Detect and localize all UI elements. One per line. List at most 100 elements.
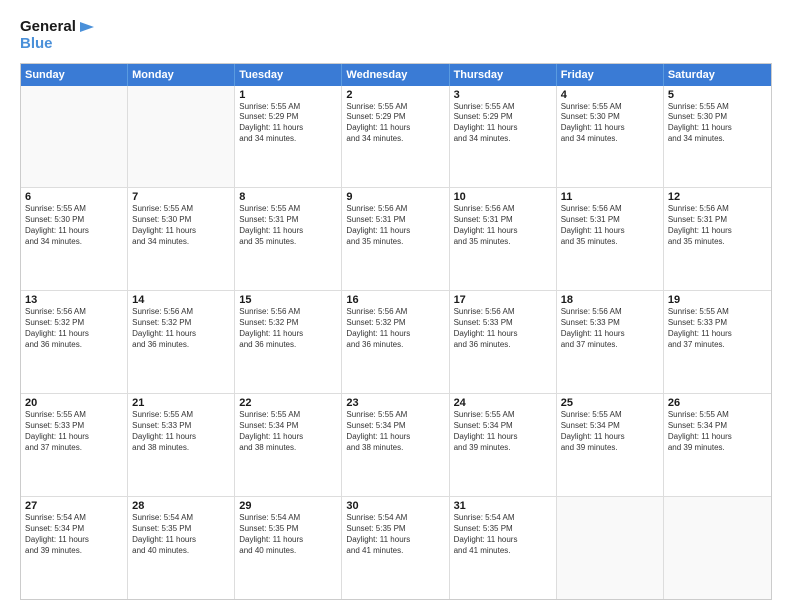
header: General Blue [20, 18, 772, 53]
day-number: 28 [132, 500, 230, 512]
cal-cell: 31 Sunrise: 5:54 AMSunset: 5:35 PMDaylig… [450, 497, 557, 599]
cell-info: Sunrise: 5:55 AMSunset: 5:33 PMDaylight:… [132, 410, 230, 453]
col-tuesday: Tuesday [235, 64, 342, 86]
cal-cell: 21 Sunrise: 5:55 AMSunset: 5:33 PMDaylig… [128, 394, 235, 496]
day-number: 15 [239, 294, 337, 306]
day-number: 22 [239, 397, 337, 409]
cal-cell: 3 Sunrise: 5:55 AMSunset: 5:29 PMDayligh… [450, 86, 557, 188]
cal-cell: 15 Sunrise: 5:56 AMSunset: 5:32 PMDaylig… [235, 291, 342, 393]
cal-row-2: 13 Sunrise: 5:56 AMSunset: 5:32 PMDaylig… [21, 291, 771, 394]
cal-cell: 23 Sunrise: 5:55 AMSunset: 5:34 PMDaylig… [342, 394, 449, 496]
cal-cell: 30 Sunrise: 5:54 AMSunset: 5:35 PMDaylig… [342, 497, 449, 599]
day-number: 14 [132, 294, 230, 306]
cal-cell: 2 Sunrise: 5:55 AMSunset: 5:29 PMDayligh… [342, 86, 449, 188]
cell-info: Sunrise: 5:55 AMSunset: 5:34 PMDaylight:… [668, 410, 767, 453]
cell-info: Sunrise: 5:56 AMSunset: 5:32 PMDaylight:… [239, 307, 337, 350]
day-number: 19 [668, 294, 767, 306]
cell-info: Sunrise: 5:55 AMSunset: 5:34 PMDaylight:… [454, 410, 552, 453]
cell-info: Sunrise: 5:56 AMSunset: 5:31 PMDaylight:… [668, 204, 767, 247]
cal-cell: 10 Sunrise: 5:56 AMSunset: 5:31 PMDaylig… [450, 188, 557, 290]
col-sunday: Sunday [21, 64, 128, 86]
cal-cell: 16 Sunrise: 5:56 AMSunset: 5:32 PMDaylig… [342, 291, 449, 393]
day-number: 30 [346, 500, 444, 512]
day-number: 17 [454, 294, 552, 306]
cal-cell [128, 86, 235, 188]
cell-info: Sunrise: 5:55 AMSunset: 5:34 PMDaylight:… [561, 410, 659, 453]
cell-info: Sunrise: 5:54 AMSunset: 5:34 PMDaylight:… [25, 513, 123, 556]
cell-info: Sunrise: 5:56 AMSunset: 5:32 PMDaylight:… [132, 307, 230, 350]
logo-arrow-icon [78, 20, 96, 34]
cal-cell: 12 Sunrise: 5:56 AMSunset: 5:31 PMDaylig… [664, 188, 771, 290]
cal-cell: 19 Sunrise: 5:55 AMSunset: 5:33 PMDaylig… [664, 291, 771, 393]
cell-info: Sunrise: 5:55 AMSunset: 5:34 PMDaylight:… [346, 410, 444, 453]
logo-general: General [20, 18, 76, 35]
day-number: 25 [561, 397, 659, 409]
cell-info: Sunrise: 5:54 AMSunset: 5:35 PMDaylight:… [239, 513, 337, 556]
day-number: 3 [454, 89, 552, 101]
cell-info: Sunrise: 5:55 AMSunset: 5:31 PMDaylight:… [239, 204, 337, 247]
cell-info: Sunrise: 5:56 AMSunset: 5:31 PMDaylight:… [346, 204, 444, 247]
cal-cell: 7 Sunrise: 5:55 AMSunset: 5:30 PMDayligh… [128, 188, 235, 290]
cell-info: Sunrise: 5:55 AMSunset: 5:33 PMDaylight:… [668, 307, 767, 350]
day-number: 18 [561, 294, 659, 306]
cal-cell [557, 497, 664, 599]
col-wednesday: Wednesday [342, 64, 449, 86]
cell-info: Sunrise: 5:55 AMSunset: 5:33 PMDaylight:… [25, 410, 123, 453]
cell-info: Sunrise: 5:55 AMSunset: 5:30 PMDaylight:… [132, 204, 230, 247]
cal-cell [21, 86, 128, 188]
calendar: Sunday Monday Tuesday Wednesday Thursday… [20, 63, 772, 601]
cell-info: Sunrise: 5:56 AMSunset: 5:31 PMDaylight:… [454, 204, 552, 247]
cal-cell: 26 Sunrise: 5:55 AMSunset: 5:34 PMDaylig… [664, 394, 771, 496]
cal-cell: 11 Sunrise: 5:56 AMSunset: 5:31 PMDaylig… [557, 188, 664, 290]
day-number: 23 [346, 397, 444, 409]
cell-info: Sunrise: 5:56 AMSunset: 5:33 PMDaylight:… [454, 307, 552, 350]
cal-cell [664, 497, 771, 599]
cal-cell: 9 Sunrise: 5:56 AMSunset: 5:31 PMDayligh… [342, 188, 449, 290]
day-number: 12 [668, 191, 767, 203]
cell-info: Sunrise: 5:55 AMSunset: 5:29 PMDaylight:… [454, 102, 552, 145]
cell-info: Sunrise: 5:56 AMSunset: 5:32 PMDaylight:… [25, 307, 123, 350]
day-number: 5 [668, 89, 767, 101]
day-number: 20 [25, 397, 123, 409]
cal-row-0: 1 Sunrise: 5:55 AMSunset: 5:29 PMDayligh… [21, 86, 771, 189]
cal-cell: 17 Sunrise: 5:56 AMSunset: 5:33 PMDaylig… [450, 291, 557, 393]
cal-cell: 22 Sunrise: 5:55 AMSunset: 5:34 PMDaylig… [235, 394, 342, 496]
cal-row-1: 6 Sunrise: 5:55 AMSunset: 5:30 PMDayligh… [21, 188, 771, 291]
cal-cell: 13 Sunrise: 5:56 AMSunset: 5:32 PMDaylig… [21, 291, 128, 393]
cal-cell: 8 Sunrise: 5:55 AMSunset: 5:31 PMDayligh… [235, 188, 342, 290]
cal-cell: 24 Sunrise: 5:55 AMSunset: 5:34 PMDaylig… [450, 394, 557, 496]
day-number: 24 [454, 397, 552, 409]
cal-cell: 25 Sunrise: 5:55 AMSunset: 5:34 PMDaylig… [557, 394, 664, 496]
cell-info: Sunrise: 5:56 AMSunset: 5:32 PMDaylight:… [346, 307, 444, 350]
cell-info: Sunrise: 5:55 AMSunset: 5:30 PMDaylight:… [668, 102, 767, 145]
col-thursday: Thursday [450, 64, 557, 86]
day-number: 26 [668, 397, 767, 409]
day-number: 7 [132, 191, 230, 203]
day-number: 21 [132, 397, 230, 409]
day-number: 8 [239, 191, 337, 203]
day-number: 31 [454, 500, 552, 512]
day-number: 11 [561, 191, 659, 203]
calendar-body: 1 Sunrise: 5:55 AMSunset: 5:29 PMDayligh… [21, 86, 771, 600]
cal-cell: 1 Sunrise: 5:55 AMSunset: 5:29 PMDayligh… [235, 86, 342, 188]
day-number: 13 [25, 294, 123, 306]
page: General Blue Sunday Monday Tuesday Wedne… [0, 0, 792, 612]
cal-cell: 14 Sunrise: 5:56 AMSunset: 5:32 PMDaylig… [128, 291, 235, 393]
cal-cell: 28 Sunrise: 5:54 AMSunset: 5:35 PMDaylig… [128, 497, 235, 599]
cal-cell: 20 Sunrise: 5:55 AMSunset: 5:33 PMDaylig… [21, 394, 128, 496]
day-number: 4 [561, 89, 659, 101]
cell-info: Sunrise: 5:55 AMSunset: 5:30 PMDaylight:… [561, 102, 659, 145]
col-monday: Monday [128, 64, 235, 86]
cell-info: Sunrise: 5:54 AMSunset: 5:35 PMDaylight:… [132, 513, 230, 556]
cal-row-3: 20 Sunrise: 5:55 AMSunset: 5:33 PMDaylig… [21, 394, 771, 497]
cell-info: Sunrise: 5:55 AMSunset: 5:30 PMDaylight:… [25, 204, 123, 247]
cal-cell: 27 Sunrise: 5:54 AMSunset: 5:34 PMDaylig… [21, 497, 128, 599]
day-number: 6 [25, 191, 123, 203]
cal-cell: 18 Sunrise: 5:56 AMSunset: 5:33 PMDaylig… [557, 291, 664, 393]
cal-cell: 6 Sunrise: 5:55 AMSunset: 5:30 PMDayligh… [21, 188, 128, 290]
cell-info: Sunrise: 5:55 AMSunset: 5:29 PMDaylight:… [239, 102, 337, 145]
logo-blue: Blue [20, 35, 96, 52]
day-number: 27 [25, 500, 123, 512]
day-number: 16 [346, 294, 444, 306]
cell-info: Sunrise: 5:55 AMSunset: 5:34 PMDaylight:… [239, 410, 337, 453]
